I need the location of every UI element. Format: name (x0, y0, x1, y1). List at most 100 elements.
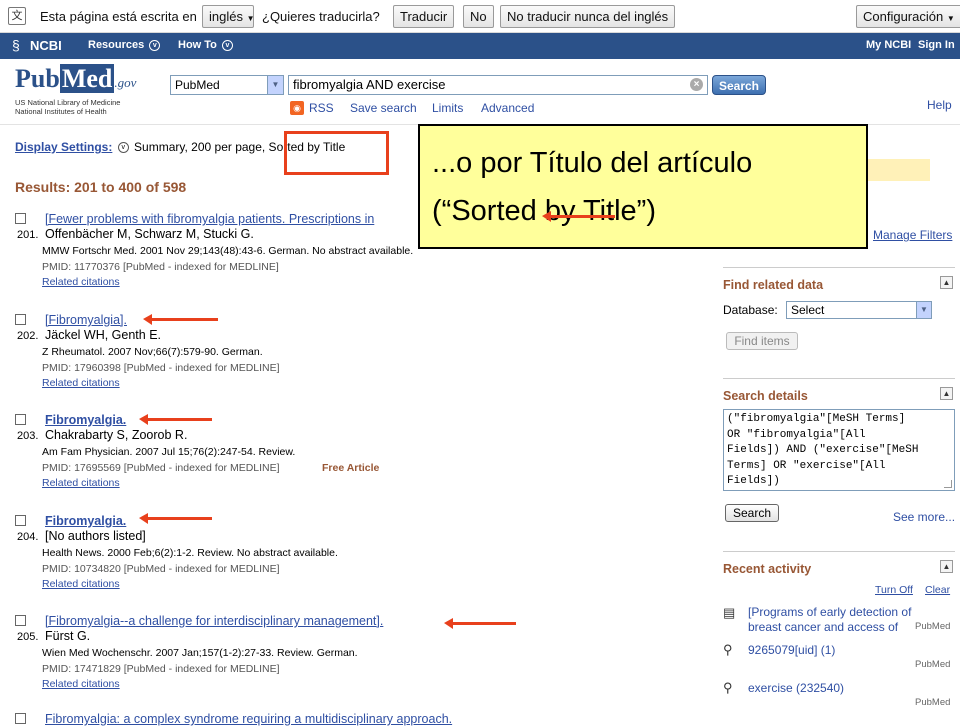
result-authors: Chakrabarty S, Zoorob R. (45, 428, 188, 442)
howto-menu[interactable]: How To v (178, 39, 235, 51)
result-number: 205. (17, 631, 39, 643)
never-translate-button[interactable]: No traducir nunca del inglés (500, 5, 676, 28)
result-pmid: PMID: 11770376 [PubMed - indexed for MED… (42, 261, 279, 273)
result-checkbox[interactable] (15, 314, 26, 325)
result-checkbox[interactable] (15, 213, 26, 224)
related-citations-link[interactable]: Related citations (42, 276, 120, 288)
callout-line-1: ...o por Título del artículo (432, 147, 753, 179)
sort-highlight-box (284, 131, 389, 175)
result-title[interactable]: [Fibromyalgia]. (45, 313, 127, 327)
search-icon: ⚲ (723, 642, 733, 657)
result-authors: Fürst G. (45, 629, 91, 643)
rss-icon[interactable]: ◉ (290, 101, 304, 115)
annotation-callout: ...o por Título del artículo (“Sorted by… (418, 124, 868, 249)
recent-activity-item[interactable]: 9265079[uid] (1) (748, 643, 835, 658)
result-number: 202. (17, 330, 39, 342)
free-article-badge[interactable]: Free Article (322, 462, 379, 474)
result-journal: Am Fam Physician. 2007 Jul 15;76(2):247-… (42, 446, 296, 458)
recent-activity-title: Recent activity (723, 562, 812, 576)
search-button[interactable]: Search (712, 75, 766, 95)
result-pmid: PMID: 17960398 [PubMed - indexed for MED… (42, 362, 280, 374)
result-title[interactable]: Fibromyalgia. (45, 413, 126, 427)
result-journal: Wien Med Wochenschr. 2007 Jan;157(1-2):2… (42, 647, 358, 659)
related-citations-link[interactable]: Related citations (42, 578, 120, 590)
translate-bar: 文 Esta página está escrita en inglés ▼ ¿… (0, 0, 960, 33)
related-citations-link[interactable]: Related citations (42, 377, 120, 389)
manage-filters-link[interactable]: Manage Filters (873, 228, 952, 242)
filter-highlight (868, 159, 930, 181)
collapse-icon[interactable]: ▲ (940, 387, 953, 400)
recent-activity-source: PubMed (915, 697, 951, 708)
result-authors: Jäckel WH, Genth E. (45, 328, 162, 342)
advanced-link[interactable]: Advanced (481, 101, 534, 115)
chevron-down-icon: v (221, 39, 233, 51)
translate-icon: 文 (8, 7, 26, 25)
signin-link[interactable]: Sign In (918, 39, 955, 51)
find-related-title: Find related data (723, 278, 824, 292)
result-number: 204. (17, 531, 39, 543)
related-citations-link[interactable]: Related citations (42, 477, 120, 489)
search-icon: ⚲ (723, 680, 733, 695)
turn-off-link[interactable]: Turn Off (875, 584, 913, 596)
dropdown-arrow-icon: ▼ (246, 14, 255, 23)
result-title[interactable]: Fibromyalgia: a complex syndrome requiri… (45, 712, 452, 726)
panel-divider (723, 267, 955, 268)
result-title[interactable]: Fibromyalgia. (45, 514, 126, 528)
help-link[interactable]: Help (927, 98, 952, 112)
resources-menu[interactable]: Resources v (88, 39, 162, 51)
result-checkbox[interactable] (15, 713, 26, 724)
dropdown-arrow-icon: ▼ (267, 76, 283, 94)
myncbi-link[interactable]: My NCBI (866, 39, 911, 51)
collapse-icon[interactable]: ▲ (940, 276, 953, 289)
find-items-button[interactable]: Find items (726, 332, 798, 350)
ncbi-logo[interactable]: NCBI (30, 38, 62, 53)
pubmed-logo[interactable]: PubMed .gov US National Library of Medici… (15, 64, 155, 116)
ncbi-bar: § NCBI Resources v How To v My NCBI Sign… (0, 33, 960, 59)
result-pmid: PMID: 17695569 [PubMed - indexed for MED… (42, 462, 280, 474)
result-journal: MMW Fortschr Med. 2001 Nov 29;143(48):43… (42, 245, 414, 257)
ncbi-logo-icon: § (12, 37, 20, 53)
recent-activity-item[interactable]: exercise (232540) (748, 681, 844, 696)
result-title[interactable]: [Fewer problems with fibromyalgia patien… (45, 212, 374, 226)
translate-prompt: Esta página está escrita en (40, 9, 197, 24)
dropdown-arrow-icon: ▼ (946, 14, 955, 23)
clear-link[interactable]: Clear (925, 584, 950, 596)
result-authors: [No authors listed] (45, 529, 146, 543)
collapse-icon[interactable]: ▲ (940, 560, 953, 573)
details-search-button[interactable]: Search (725, 504, 779, 522)
annotation-arrow-icon (139, 513, 212, 524)
result-number: 203. (17, 430, 39, 442)
result-checkbox[interactable] (15, 615, 26, 626)
search-input[interactable]: fibromyalgia AND exercise (288, 75, 708, 95)
settings-button[interactable]: Configuración ▼ (856, 5, 960, 28)
related-database-select[interactable]: Select ▼ (786, 301, 932, 319)
clear-icon[interactable]: × (690, 78, 703, 91)
language-select[interactable]: inglés ▼ (202, 5, 255, 28)
result-journal: Z Rheumatol. 2007 Nov;66(7):579-90. Germ… (42, 346, 263, 358)
translate-button[interactable]: Traducir (393, 5, 455, 28)
annotation-arrow-icon (444, 618, 516, 629)
result-checkbox[interactable] (15, 515, 26, 526)
database-select[interactable]: PubMed ▼ (170, 75, 284, 95)
dropdown-arrow-icon: ▼ (916, 302, 931, 318)
rss-link[interactable]: RSS (309, 101, 334, 115)
no-button[interactable]: No (463, 5, 494, 28)
panel-divider (723, 551, 955, 552)
result-authors: Offenbächer M, Schwarz M, Stucki G. (45, 227, 254, 241)
related-citations-link[interactable]: Related citations (42, 678, 120, 690)
limits-link[interactable]: Limits (432, 101, 463, 115)
annotation-arrow-icon (139, 414, 212, 425)
result-title[interactable]: [Fibromyalgia--a challenge for interdisc… (45, 614, 383, 628)
database-label: Database: (723, 303, 778, 317)
search-details-textarea[interactable]: ("fibromyalgia"[MeSH Terms] OR "fibromya… (723, 409, 955, 491)
annotation-arrow-icon (542, 211, 615, 222)
result-checkbox[interactable] (15, 414, 26, 425)
save-search-link[interactable]: Save search (350, 101, 417, 115)
recent-activity-source: PubMed (915, 621, 951, 632)
chevron-down-icon: v (149, 39, 161, 51)
see-more-link[interactable]: See more... (893, 510, 955, 524)
recent-activity-source: PubMed (915, 659, 951, 670)
results-heading: Results: 201 to 400 of 598 (15, 179, 187, 195)
recent-activity-item[interactable]: [Programs of early detection of breast c… (748, 605, 913, 635)
result-number: 201. (17, 229, 39, 241)
